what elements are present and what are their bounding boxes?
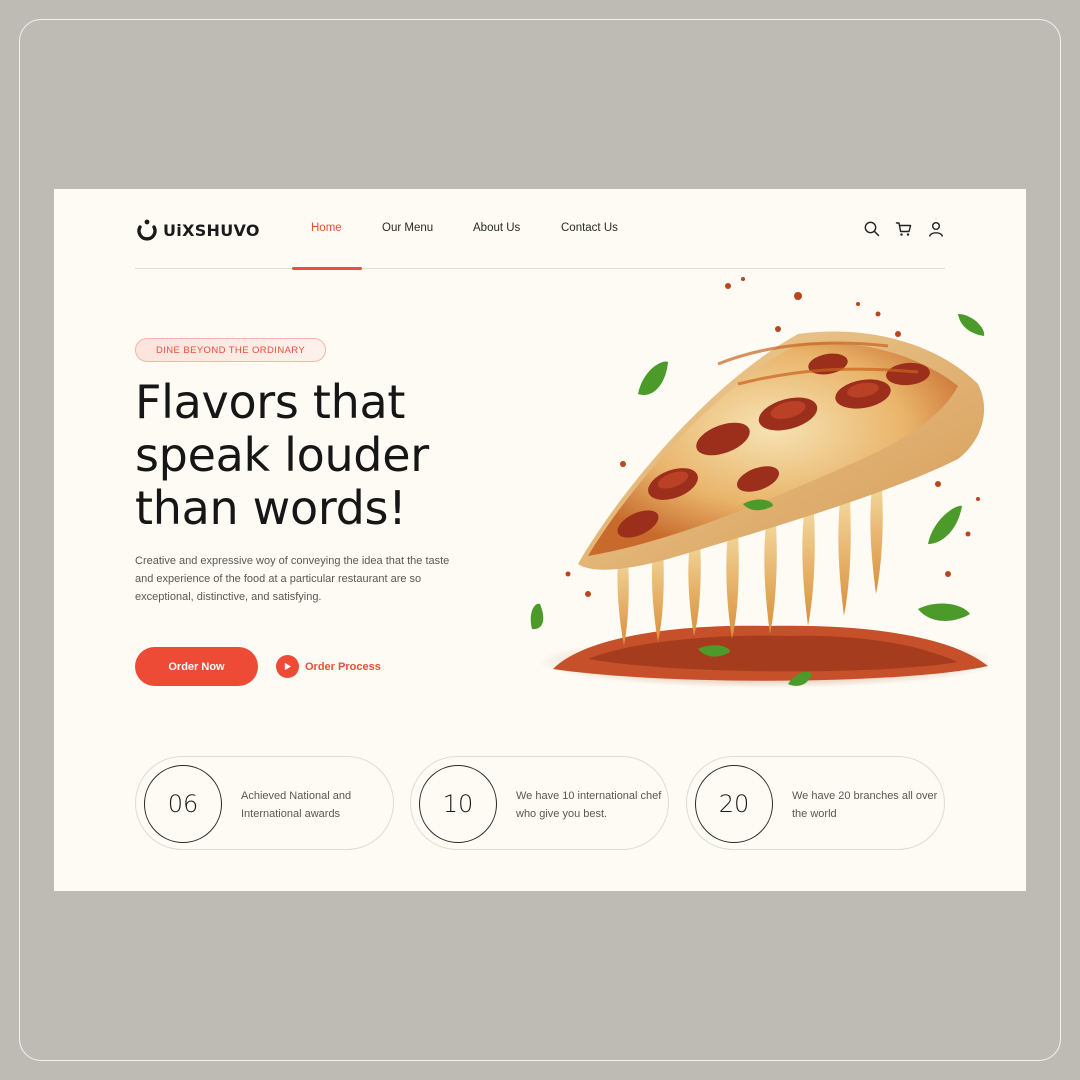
cart-icon[interactable] [895, 220, 913, 238]
nav-item-home[interactable]: Home [311, 222, 342, 234]
hero-headline: Flavors that speak louder than words! [135, 376, 495, 535]
logo-mark-icon [137, 219, 157, 241]
play-icon [276, 655, 299, 678]
order-process-button[interactable]: Order Process [276, 655, 381, 678]
landing-page: UiXSHUVO Home Our Menu About Us Contact … [54, 189, 1026, 891]
hero-description: Creative and expressive woy of conveying… [135, 555, 450, 603]
stat-description: We have 20 branches all over the world [792, 790, 938, 820]
pizza-slice-image [530, 277, 988, 688]
order-now-button[interactable]: Order Now [135, 647, 258, 686]
nav-item-contact-us[interactable]: Contact Us [561, 222, 618, 234]
tagline-badge: DINE BEYOND THE ORDINARY [135, 338, 327, 362]
headline-line: than words! [135, 481, 407, 535]
user-icon[interactable] [927, 220, 945, 238]
stat-card-branches: 20 We have 20 branches all over the worl… [686, 756, 945, 850]
brand-name: UiXSHUVO [163, 220, 260, 240]
stat-number: 10 [419, 765, 497, 843]
stat-description: We have 10 international chef who give y… [516, 790, 662, 820]
nav-item-about-us[interactable]: About Us [473, 222, 520, 234]
headline-line: Flavors that [135, 375, 406, 429]
active-nav-indicator [292, 267, 362, 270]
order-process-label: Order Process [305, 660, 381, 673]
header-icons [863, 220, 945, 238]
search-icon[interactable] [863, 220, 881, 238]
headline-line: speak louder [135, 428, 429, 482]
nav-item-our-menu[interactable]: Our Menu [382, 222, 433, 234]
logo[interactable]: UiXSHUVO [135, 217, 260, 243]
stat-card-chefs: 10 We have 10 international chef who giv… [410, 756, 669, 850]
stat-number: 06 [144, 765, 222, 843]
stat-number: 20 [695, 765, 773, 843]
stat-card-awards: 06 Achieved National and International a… [135, 756, 394, 850]
header: UiXSHUVO Home Our Menu About Us Contact … [135, 189, 945, 269]
stat-description: Achieved National and International awar… [241, 790, 352, 820]
